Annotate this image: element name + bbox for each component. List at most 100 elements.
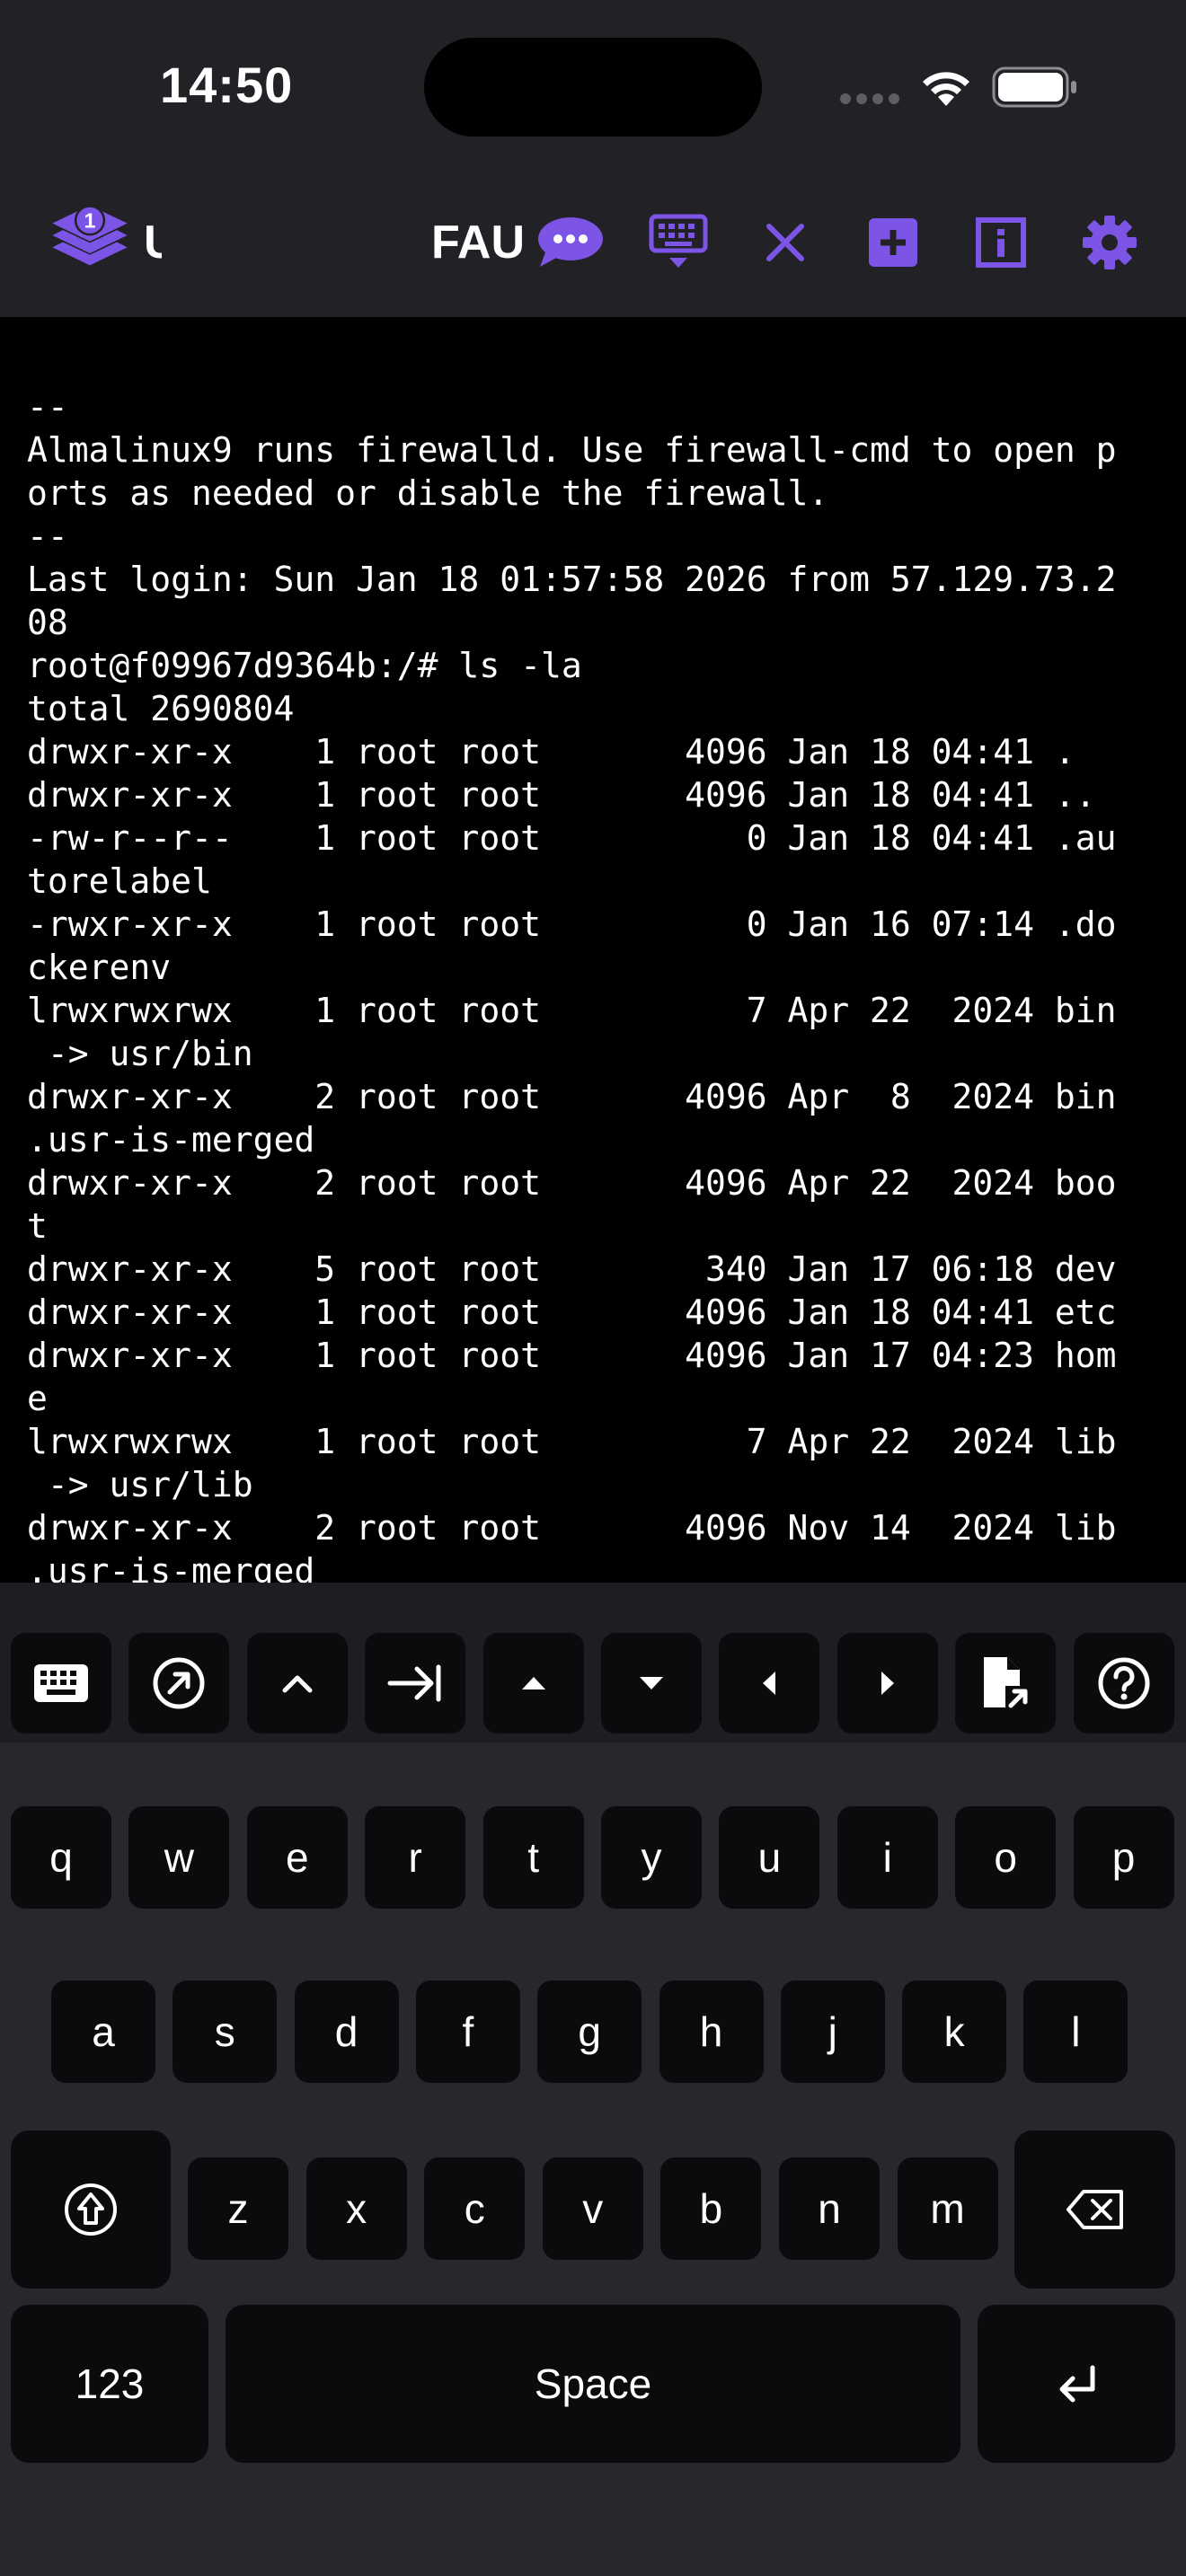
key-r[interactable]: r	[365, 1806, 466, 1909]
key-p[interactable]: p	[1073, 1806, 1174, 1909]
ctrl-key[interactable]	[247, 1633, 348, 1734]
terminal-line: -rw-r--r-- 1 root root 0 Jan 18 04:41 .a…	[27, 818, 1117, 858]
info-button[interactable]	[969, 207, 1033, 278]
terminal-line: drwxr-xr-x 1 root root 4096 Jan 18 04:41…	[27, 1292, 1117, 1332]
arrow-left-icon	[763, 1672, 775, 1695]
terminal-line: -rwxr-xr-x 1 root root 0 Jan 16 07:14 .d…	[27, 904, 1117, 944]
terminal-line: drwxr-xr-x 2 root root 4096 Nov 14 2024 …	[27, 1508, 1117, 1548]
cellular-signal-icon	[840, 93, 899, 104]
key-b[interactable]: b	[660, 2157, 762, 2260]
shift-key[interactable]	[11, 2130, 171, 2289]
key-a[interactable]: a	[51, 1981, 155, 2083]
terminal-line: e	[27, 1379, 48, 1418]
arrow-down-icon	[640, 1677, 663, 1689]
ctrl-caret-icon	[282, 1675, 313, 1693]
terminal-line: orts as needed or disable the firewall.	[27, 473, 829, 513]
battery-icon	[992, 66, 1076, 108]
arrow-down-key[interactable]	[601, 1633, 702, 1734]
dynamic-island	[424, 38, 762, 137]
keyboard-button[interactable]	[645, 207, 712, 278]
key-m[interactable]: m	[897, 2157, 998, 2260]
app-header: 14:50 1 U FAU	[0, 0, 1186, 317]
key-u[interactable]: u	[719, 1806, 820, 1909]
key-d[interactable]: d	[294, 1981, 399, 2083]
key-z[interactable]: z	[188, 2157, 288, 2260]
key-j[interactable]: j	[780, 1981, 885, 2083]
help-key[interactable]	[1074, 1633, 1174, 1734]
settings-gear-icon	[1083, 216, 1137, 269]
numbers-key[interactable]: 123	[11, 2305, 208, 2463]
terminal-line: torelabel	[27, 861, 212, 901]
terminal-line: drwxr-xr-x 2 root root 4096 Apr 8 2024 b…	[27, 1077, 1117, 1116]
key-g[interactable]: g	[537, 1981, 642, 2083]
terminal-line: drwxr-xr-x 1 root root 4096 Jan 18 04:41…	[27, 732, 1075, 772]
info-icon	[976, 217, 1026, 268]
terminal-line: .usr-is-merged	[27, 1551, 315, 1584]
key-h[interactable]: h	[659, 1981, 764, 2083]
return-icon	[1059, 2365, 1095, 2403]
key-y[interactable]: y	[601, 1806, 702, 1909]
tab-icon	[387, 1664, 441, 1702]
key-k[interactable]: k	[902, 1981, 1007, 2083]
key-s[interactable]: s	[173, 1981, 278, 2083]
terminal-line: total 2690804	[27, 689, 295, 728]
keyboard-toggle-key[interactable]	[11, 1633, 111, 1734]
shift-icon	[65, 2183, 117, 2236]
escape-key[interactable]	[128, 1633, 229, 1734]
backspace-icon	[1066, 2190, 1123, 2229]
truncated-title: U	[144, 216, 162, 269]
file-upload-icon	[984, 1657, 1031, 1711]
chat-bubble-icon	[538, 217, 603, 267]
key-q[interactable]: q	[11, 1806, 111, 1909]
terminal-line: Almalinux9 runs firewalld. Use firewall-…	[27, 430, 1117, 470]
backspace-key[interactable]	[1014, 2130, 1175, 2289]
session-name[interactable]: FAU	[431, 216, 525, 269]
chat-button[interactable]	[534, 207, 606, 278]
arrow-right-icon	[881, 1672, 894, 1695]
file-upload-key[interactable]	[955, 1633, 1056, 1734]
close-session-button[interactable]	[757, 207, 814, 278]
add-square-icon	[869, 218, 917, 267]
key-c[interactable]: c	[424, 2157, 526, 2260]
status-time: 14:50	[160, 57, 294, 113]
settings-button[interactable]	[1076, 207, 1143, 278]
terminal-line: --	[27, 516, 68, 556]
key-i[interactable]: i	[836, 1806, 938, 1909]
key-t[interactable]: t	[482, 1806, 584, 1909]
terminal-line: drwxr-xr-x 2 root root 4096 Apr 22 2024 …	[27, 1163, 1117, 1203]
terminal-line: ckerenv	[27, 948, 172, 987]
terminal-line: drwxr-xr-x 1 root root 4096 Jan 18 04:41…	[27, 775, 1096, 815]
terminal-line: root@f09967d9364b:/# ls -la	[27, 646, 582, 685]
terminal-line: Last login: Sun Jan 18 01:57:58 2026 fro…	[27, 560, 1117, 599]
key-w[interactable]: w	[128, 1806, 230, 1909]
add-session-button[interactable]	[861, 207, 925, 278]
keyboard-icon	[649, 214, 708, 268]
key-o[interactable]: o	[955, 1806, 1057, 1909]
system-keyboard: qwertyuiop asdfghjkl zxcvbnm 123 Space	[0, 1742, 1186, 2576]
arrow-right-key[interactable]	[837, 1633, 938, 1734]
logo-badge: 1	[84, 209, 96, 233]
arrow-left-key[interactable]	[719, 1633, 819, 1734]
key-e[interactable]: e	[246, 1806, 348, 1909]
terminal-line: 08	[27, 603, 68, 642]
key-f[interactable]: f	[415, 1981, 520, 2083]
key-l[interactable]: l	[1023, 1981, 1128, 2083]
help-icon	[1098, 1657, 1150, 1709]
terminal-line: drwxr-xr-x 1 root root 4096 Jan 17 04:23…	[27, 1336, 1117, 1375]
keyboard-toggle-icon	[34, 1664, 88, 1702]
close-icon	[766, 224, 804, 261]
tab-key[interactable]	[365, 1633, 465, 1734]
extra-keys-row	[0, 1583, 1186, 1742]
arrow-up-key[interactable]	[483, 1633, 584, 1734]
key-x[interactable]: x	[305, 2157, 407, 2260]
terminal-output[interactable]: -- Almalinux9 runs firewalld. Use firewal…	[0, 317, 1186, 1584]
terminal-line: -> usr/bin	[27, 1034, 253, 1073]
key-v[interactable]: v	[542, 2157, 643, 2260]
return-key[interactable]	[978, 2305, 1175, 2463]
terminal-line: t	[27, 1206, 48, 1246]
app-logo-icon[interactable]: 1	[40, 199, 140, 271]
terminal-line: --	[27, 387, 68, 427]
arrow-up-icon	[522, 1677, 545, 1689]
space-key[interactable]: Space	[226, 2305, 960, 2463]
key-n[interactable]: n	[779, 2157, 880, 2260]
